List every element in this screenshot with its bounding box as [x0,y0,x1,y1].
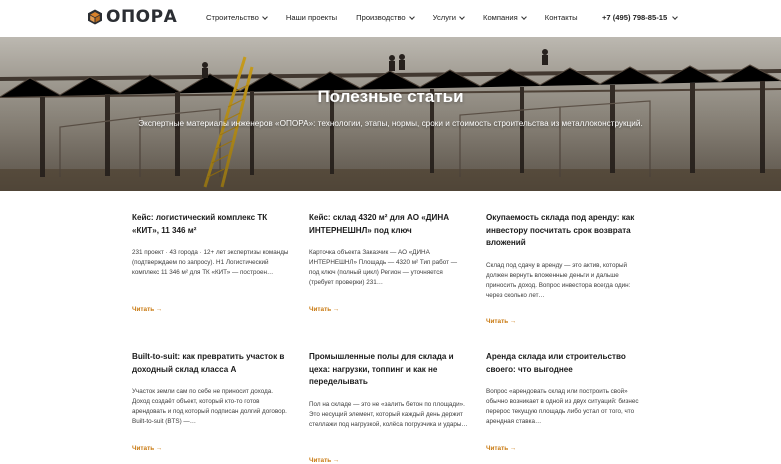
nav-label: Контакты [544,13,578,22]
article-title[interactable]: Окупаемость склада под аренду: как инвес… [486,212,646,250]
page-subtitle: Экспертные материалы инженеров «ОПОРА»: … [138,119,643,128]
nav-label: Наши проекты [285,13,338,22]
nav-item-construction[interactable]: Строительство [206,13,268,22]
nav-label: Услуги [432,13,457,22]
article-excerpt: Карточка объекта Заказчик — АО «ДИНА ИНТ… [309,249,458,286]
hero-banner: Полезные статьи Экспертные материалы инж… [0,37,781,191]
nav-item-services[interactable]: Услуги [432,13,465,22]
article-card[interactable]: Окупаемость склада под аренду: как инвес… [486,212,646,301]
article-card[interactable]: Аренда склада или строительство своего: … [486,351,646,427]
nav-label: Строительство [206,13,259,22]
chevron-down-icon [520,13,527,20]
logo[interactable]: ОПОРА [87,7,177,27]
nav-item-contacts[interactable]: Контакты [545,13,578,22]
article-title[interactable]: Кейс: логистический комплекс ТК «КИТ», 1… [132,212,292,237]
chevron-down-icon [459,13,465,20]
article-excerpt: 231 проект · 43 города · 12+ лет эксперт… [132,249,289,276]
nav-label: Компания [483,13,518,22]
article-excerpt: Склад под сдачу в аренду — это актив, ко… [486,261,631,299]
read-more-link[interactable]: Читать → [309,306,339,313]
article-card[interactable]: Промышленные полы для склада и цеха: наг… [309,351,469,430]
article-excerpt: Пол на складе — это не «залить бетон по … [309,400,468,428]
read-more-link[interactable]: Читать → [486,445,516,452]
logo-icon [88,9,102,25]
nav-item-production[interactable]: Производство [356,13,415,22]
site-header: ОПОРА Строительство Наши проекты Произво… [0,0,781,37]
article-card[interactable]: Кейс: склад 4320 м² для АО «ДИНА ИНТЕРНЕ… [309,212,469,288]
nav-item-projects[interactable]: Наши проекты [286,13,337,22]
page-title: Полезные статьи [317,87,464,106]
phone-number: +7 (495) 798-85-15 [602,13,668,22]
read-more-link[interactable]: Читать → [309,457,339,464]
article-title[interactable]: Built-to-suit: как превратить участок в … [132,351,292,376]
article-title[interactable]: Кейс: склад 4320 м² для АО «ДИНА ИНТЕРНЕ… [309,212,469,237]
read-more-link[interactable]: Читать → [486,318,516,325]
article-excerpt: Вопрос «арендовать склад или построить с… [486,388,639,425]
nav-label: Производство [356,13,406,22]
nav-item-company[interactable]: Компания [483,13,527,22]
main-nav: Строительство Наши проекты Производство … [206,13,597,22]
article-card[interactable]: Кейс: логистический комплекс ТК «КИТ», 1… [132,212,292,278]
article-title[interactable]: Аренда склада или строительство своего: … [486,351,646,376]
chevron-down-icon [262,13,268,20]
read-more-link[interactable]: Читать → [132,445,162,452]
chevron-down-icon [408,13,415,20]
chevron-down-icon [672,13,679,20]
article-card[interactable]: Built-to-suit: как превратить участок в … [132,351,292,427]
logo-text: ОПОРА [106,7,178,27]
phone-dropdown[interactable]: +7 (495) 798-85-15 [602,13,679,22]
read-more-link[interactable]: Читать → [132,306,162,313]
article-title[interactable]: Промышленные полы для склада и цеха: наг… [309,351,469,389]
article-excerpt: Участок земли сам по себе не приносит до… [132,388,287,425]
hero-background-image [0,37,781,191]
